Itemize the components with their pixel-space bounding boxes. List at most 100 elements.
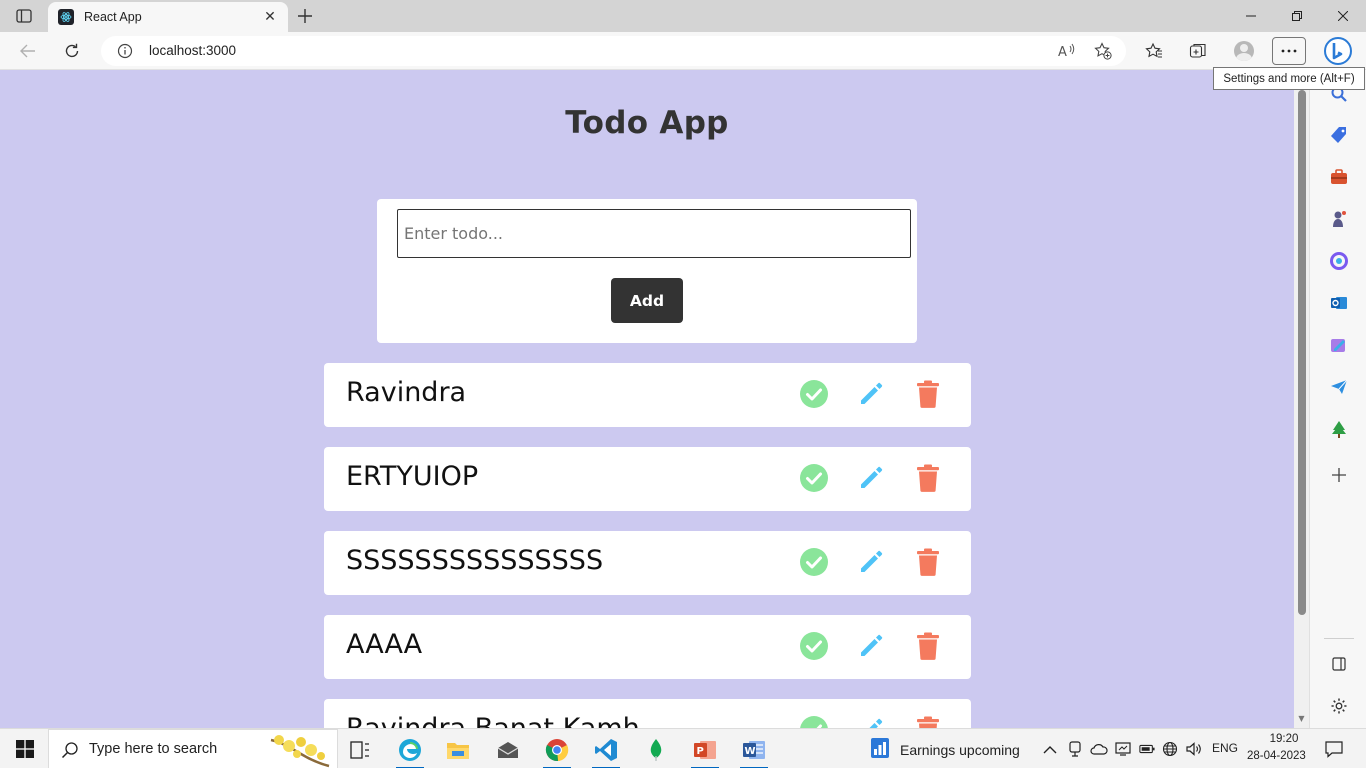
meet-now-icon[interactable] — [1067, 741, 1083, 757]
minimize-icon[interactable] — [1228, 0, 1274, 32]
profile-avatar[interactable] — [1232, 39, 1256, 63]
stock-chart-icon — [870, 737, 890, 763]
browser-tab-bar: React App ✕ — [0, 0, 1366, 32]
svg-text:A: A — [1058, 45, 1067, 59]
favorites-icon[interactable] — [1142, 39, 1166, 63]
restore-icon[interactable] — [1274, 0, 1320, 32]
language-indicator[interactable]: ENG — [1212, 741, 1238, 755]
display-icon[interactable] — [1115, 741, 1131, 757]
add-sidebar-app-icon[interactable] — [1329, 465, 1349, 485]
url-text: localhost:3000 — [149, 43, 237, 58]
edit-icon[interactable] — [855, 714, 887, 728]
react-favicon-icon — [58, 9, 74, 25]
tab-actions-icon[interactable] — [8, 5, 40, 27]
page-scrollbar[interactable]: ▲ ▼ — [1294, 70, 1309, 728]
todo-form: Add — [377, 199, 917, 343]
todo-text: ERTYUIOP — [346, 461, 479, 492]
task-view-icon[interactable] — [340, 733, 380, 767]
settings-and-more-button[interactable] — [1272, 37, 1306, 65]
word-icon[interactable]: W — [734, 733, 774, 768]
todo-list: Ravindra ERTYUIOP SSSSSSSSSSSSSSS AAAA Ravin… — [324, 363, 971, 728]
scroll-down-icon[interactable]: ▼ — [1297, 714, 1306, 723]
complete-icon[interactable] — [798, 546, 830, 578]
tab-title: React App — [84, 10, 142, 24]
microsoft-365-icon[interactable] — [1329, 251, 1349, 271]
close-window-icon[interactable] — [1320, 0, 1366, 32]
file-explorer-icon[interactable] — [438, 733, 478, 767]
clock-time[interactable]: 19:20 — [1264, 733, 1304, 745]
hide-sidebar-icon[interactable] — [1329, 654, 1349, 674]
drop-icon[interactable] — [1329, 377, 1349, 397]
volume-icon[interactable] — [1186, 741, 1202, 757]
complete-icon[interactable] — [798, 630, 830, 662]
edge-sidebar — [1309, 70, 1366, 728]
powerpoint-icon[interactable]: P — [685, 733, 725, 768]
mail-icon[interactable] — [488, 733, 528, 767]
todo-input[interactable] — [397, 209, 911, 258]
address-bar[interactable]: localhost:3000 A — [101, 36, 1126, 66]
complete-icon[interactable] — [798, 378, 830, 410]
sidebar-divider — [1324, 638, 1354, 639]
delete-icon[interactable] — [912, 378, 944, 410]
edge-taskbar-icon[interactable] — [390, 733, 430, 768]
todo-item: ERTYUIOP — [324, 447, 971, 511]
network-icon[interactable] — [1162, 741, 1178, 757]
browser-tab[interactable]: React App ✕ — [48, 2, 288, 32]
page-viewport: Todo App Add Ravindra ERTYUIOP SSSSSSSSSSS… — [0, 71, 1294, 728]
edit-icon[interactable] — [855, 630, 887, 662]
windows-start-icon[interactable] — [6, 729, 44, 768]
shopping-icon[interactable] — [1329, 125, 1349, 145]
app-title: Todo App — [565, 105, 729, 141]
news-text: Earnings upcoming — [900, 742, 1020, 758]
delete-icon[interactable] — [912, 462, 944, 494]
refresh-icon[interactable] — [59, 39, 85, 63]
collections-icon[interactable] — [1186, 39, 1210, 63]
search-icon — [61, 741, 79, 763]
outlook-icon[interactable] — [1329, 293, 1349, 313]
games-icon[interactable] — [1329, 209, 1349, 229]
delete-icon[interactable] — [912, 714, 944, 728]
complete-icon[interactable] — [798, 714, 830, 728]
todo-text: Ravindra — [346, 377, 467, 408]
scroll-thumb[interactable] — [1298, 90, 1306, 615]
delete-icon[interactable] — [912, 546, 944, 578]
svg-text:P: P — [697, 746, 704, 757]
address-bar-row: localhost:3000 A — [0, 32, 1366, 70]
taskbar-search-box[interactable]: Type here to search — [48, 729, 338, 768]
show-hidden-icons-icon[interactable] — [1042, 741, 1058, 757]
complete-icon[interactable] — [798, 462, 830, 494]
svg-text:W: W — [745, 746, 756, 757]
battery-icon[interactable] — [1139, 741, 1155, 757]
todo-text: SSSSSSSSSSSSSSS — [346, 545, 604, 576]
todo-text: Ravindra Banat Kamh — [346, 713, 640, 728]
tools-icon[interactable] — [1329, 167, 1349, 187]
news-widget[interactable]: Earnings upcoming — [870, 737, 1020, 763]
new-tab-icon[interactable] — [294, 5, 316, 27]
edit-icon[interactable] — [855, 378, 887, 410]
site-info-icon[interactable] — [117, 43, 133, 59]
onedrive-icon[interactable] — [1090, 741, 1108, 757]
search-highlight-art-icon — [267, 732, 333, 768]
edit-icon[interactable] — [855, 546, 887, 578]
chrome-icon[interactable] — [537, 733, 577, 768]
clock-date[interactable]: 28-04-2023 — [1247, 750, 1306, 762]
add-button[interactable]: Add — [611, 278, 683, 323]
notifications-icon[interactable] — [1325, 740, 1343, 758]
back-icon[interactable] — [15, 39, 41, 63]
todo-item: Ravindra — [324, 363, 971, 427]
vscode-icon[interactable] — [586, 733, 626, 768]
sidebar-settings-icon[interactable] — [1329, 696, 1349, 716]
bing-copilot-icon[interactable] — [1322, 36, 1354, 66]
close-tab-icon[interactable]: ✕ — [260, 7, 280, 27]
delete-icon[interactable] — [912, 630, 944, 662]
add-favorite-icon[interactable] — [1093, 41, 1113, 61]
edit-icon[interactable] — [855, 462, 887, 494]
todo-item: SSSSSSSSSSSSSSS — [324, 531, 971, 595]
read-aloud-icon[interactable]: A — [1057, 41, 1077, 61]
mongodb-compass-icon[interactable] — [636, 733, 676, 767]
tree-icon[interactable] — [1329, 419, 1349, 439]
todo-item: AAAA — [324, 615, 971, 679]
todo-item: Ravindra Banat Kamh — [324, 699, 971, 728]
taskbar-search-text: Type here to search — [89, 741, 218, 757]
designer-icon[interactable] — [1329, 335, 1349, 355]
